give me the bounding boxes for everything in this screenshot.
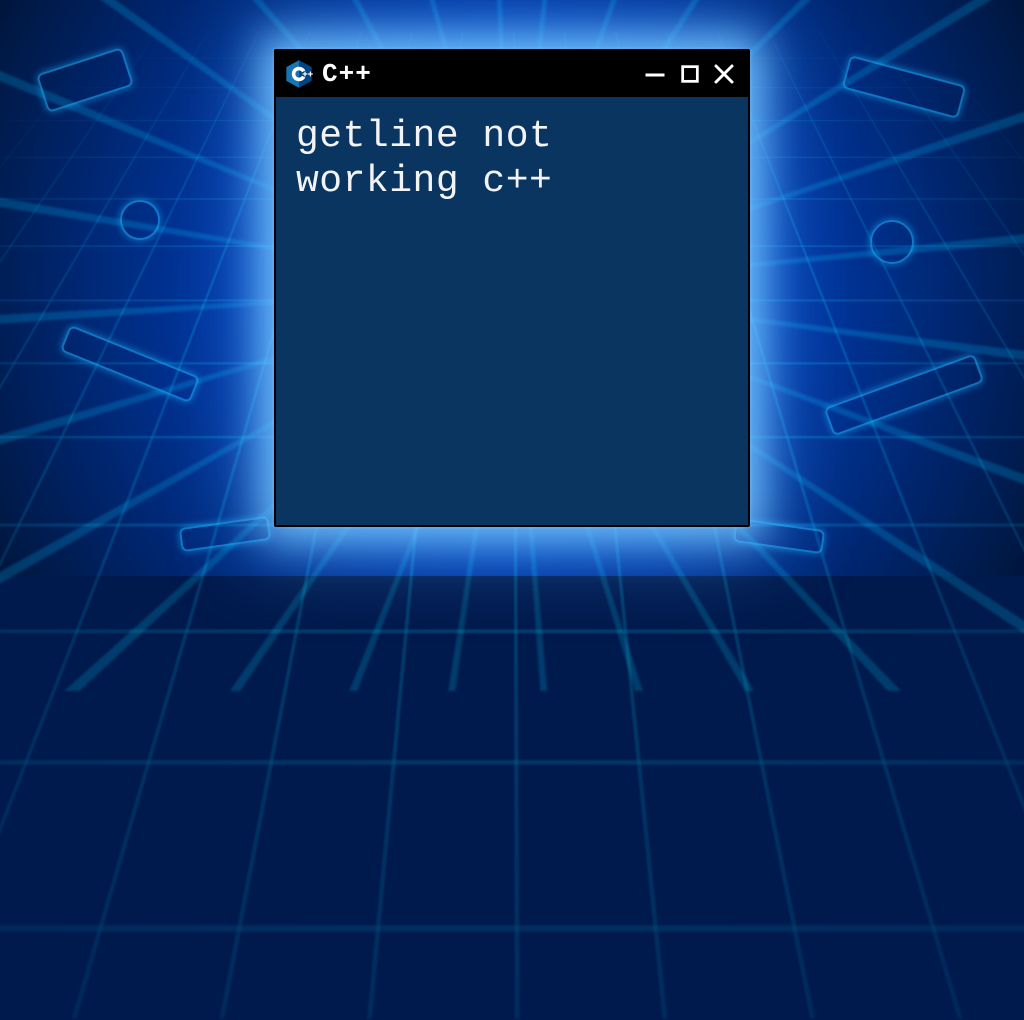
terminal-window: C++ getline not working c++ <box>274 49 750 527</box>
minimize-button[interactable] <box>642 60 670 88</box>
titlebar[interactable]: C++ <box>276 51 748 97</box>
maximize-button[interactable] <box>676 60 704 88</box>
terminal-content: getline not working c++ <box>276 97 748 525</box>
window-title: C++ <box>322 59 372 89</box>
close-button[interactable] <box>710 60 738 88</box>
window-controls <box>642 60 738 88</box>
cpp-logo-icon <box>284 59 314 89</box>
